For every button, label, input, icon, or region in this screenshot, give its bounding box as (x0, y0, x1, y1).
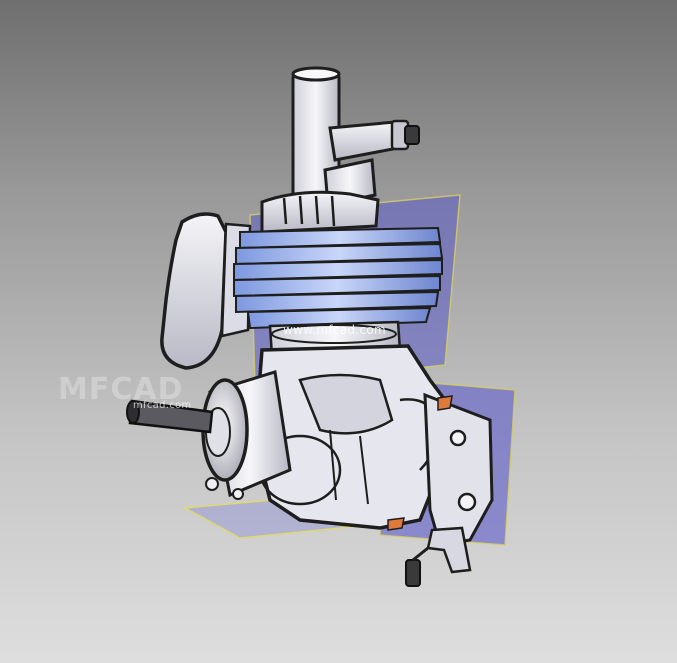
cooling-fins[interactable] (233, 226, 444, 330)
drive-hub[interactable] (201, 370, 292, 498)
cad-viewport[interactable]: MFCAD mfcad.com www.mfcad.com (0, 0, 677, 663)
cylinder-head[interactable] (260, 190, 380, 234)
watermark-center-text: www.mfcad.com (283, 323, 386, 337)
watermark-left-text: mfcad.com (133, 400, 192, 411)
